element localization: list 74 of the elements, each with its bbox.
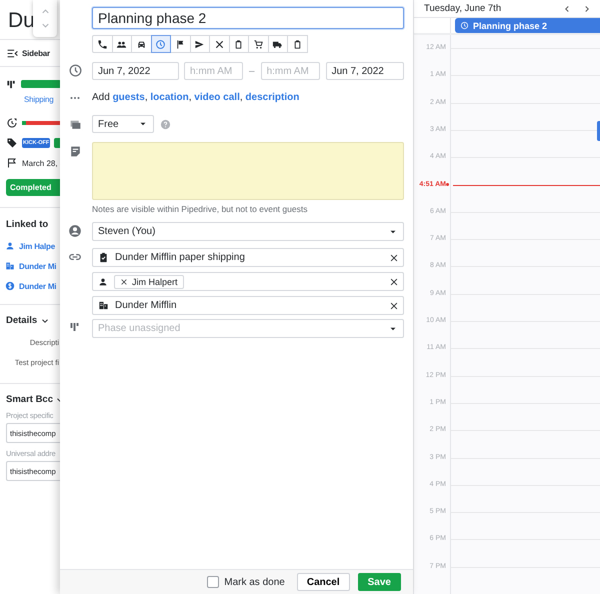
linked-item[interactable]: Jim Halpe xyxy=(19,242,55,250)
clock-icon xyxy=(68,63,82,78)
flag-icon xyxy=(174,38,186,50)
clear-icon[interactable] xyxy=(389,300,399,310)
cancel-button[interactable]: Cancel xyxy=(296,573,350,591)
activity-type-button[interactable] xyxy=(92,35,112,53)
add-link[interactable]: location xyxy=(150,92,189,103)
clock-icon xyxy=(155,38,166,50)
page-title: Du xyxy=(8,9,35,32)
add-link[interactable]: video call xyxy=(194,92,240,103)
timer-icon xyxy=(6,117,18,129)
phone-icon xyxy=(96,38,108,50)
stage-link[interactable]: Shipping xyxy=(24,95,54,104)
activity-type-button[interactable] xyxy=(248,35,268,53)
linked-item[interactable]: Dunder Mi xyxy=(19,282,56,290)
building-icon xyxy=(5,261,15,271)
linked-item[interactable]: Dunder Mi xyxy=(19,262,56,270)
range-separator: – xyxy=(249,66,255,76)
save-button[interactable]: Save xyxy=(358,573,401,591)
activity-type-button[interactable] xyxy=(170,35,190,53)
add-details-text: Add guests, location, video call, description xyxy=(92,92,300,103)
clipboard-check-icon xyxy=(98,252,109,263)
section-heading: Smart Bcc xyxy=(6,394,53,405)
remove-icon[interactable] xyxy=(120,278,128,286)
calendar-stack-icon xyxy=(68,118,82,131)
paper-plane-icon xyxy=(194,38,206,50)
completed-button[interactable]: Completed xyxy=(6,179,60,196)
subject-field[interactable]: Planning phase 2 xyxy=(92,7,404,29)
note-hint: Notes are visible within Pipedrive, but not to event guests xyxy=(92,204,308,214)
pipeline-icon xyxy=(69,321,81,333)
user-icon xyxy=(68,224,82,238)
activity-type-button[interactable] xyxy=(287,35,308,53)
activity-type-button[interactable] xyxy=(228,35,249,53)
building-icon xyxy=(98,300,109,311)
clock-icon xyxy=(460,21,469,30)
note-icon xyxy=(68,145,82,158)
linked-value: Dunder Mifflin xyxy=(115,300,177,311)
sidebar-label[interactable]: Sidebar xyxy=(22,48,50,58)
checkbox-label[interactable]: Mark as done xyxy=(224,576,285,588)
owner-select[interactable]: Steven (You) xyxy=(92,222,404,241)
section-heading: Linked to xyxy=(6,219,48,230)
person-icon xyxy=(98,276,108,286)
availability-select[interactable]: Free xyxy=(92,115,154,133)
activity-type-button[interactable] xyxy=(131,35,152,53)
clear-icon[interactable] xyxy=(389,276,399,286)
note-field[interactable] xyxy=(92,142,404,200)
cross-icon xyxy=(214,38,225,50)
flag-icon xyxy=(6,157,18,169)
clear-icon[interactable] xyxy=(389,252,399,262)
add-link[interactable]: guests xyxy=(112,92,145,103)
activity-type-button[interactable] xyxy=(112,35,132,53)
activity-type-button[interactable] xyxy=(190,35,210,53)
start-date-field[interactable]: Jun 7, 2022 xyxy=(92,62,179,80)
clipboard-icon xyxy=(233,38,244,50)
cart-icon xyxy=(252,38,264,50)
checkbox[interactable] xyxy=(207,576,220,588)
person-chip[interactable]: Jim Halpert xyxy=(114,274,184,288)
linked-value: Dunder Mifflin paper shipping xyxy=(115,252,245,263)
event-card[interactable] xyxy=(597,121,600,142)
end-date-field[interactable]: Jun 7, 2022 xyxy=(326,62,404,80)
pipeline-icon xyxy=(6,78,17,90)
time-bar xyxy=(22,121,60,125)
activity-type-button[interactable] xyxy=(209,35,230,53)
person-icon xyxy=(5,241,15,251)
dollar-icon xyxy=(5,281,15,291)
date-text: March 28, xyxy=(22,158,58,168)
calendar-date: Tuesday, June 7th xyxy=(424,3,502,14)
tag-icon xyxy=(6,137,18,149)
sidebar-toggle-icon[interactable] xyxy=(6,46,19,60)
activity-type-button[interactable] xyxy=(268,35,288,53)
add-link[interactable]: description xyxy=(245,92,300,103)
stage-bar xyxy=(21,80,60,88)
event-bar[interactable]: Planning phase 2 xyxy=(455,18,600,34)
section-heading: Details xyxy=(6,315,38,326)
